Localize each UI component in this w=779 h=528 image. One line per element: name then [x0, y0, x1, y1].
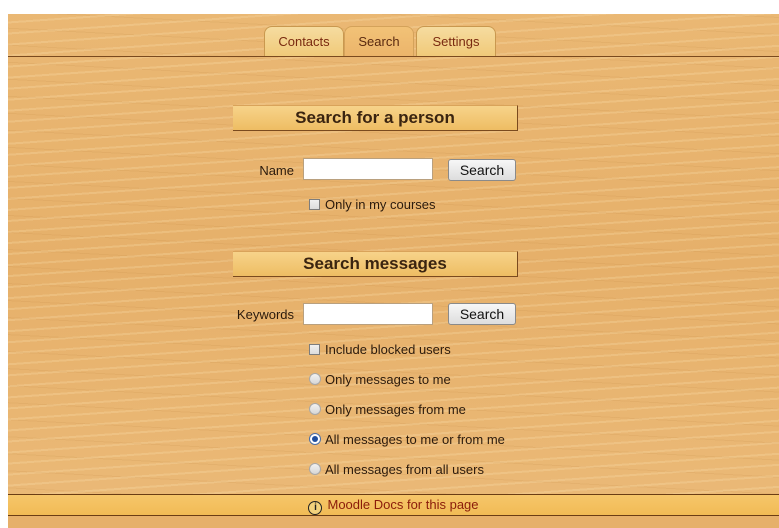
search-person-button[interactable]: Search: [448, 159, 516, 181]
all-users-label: All messages from all users: [325, 462, 484, 477]
info-icon: i: [308, 501, 323, 515]
include-blocked-label: Include blocked users: [325, 342, 451, 357]
tab-contacts[interactable]: Contacts: [264, 26, 344, 57]
tab-search[interactable]: Search: [344, 26, 414, 57]
to-or-from-me-label: All messages to me or from me: [325, 432, 505, 447]
window-top-border: [0, 0, 779, 14]
only-from-me-radio[interactable]: [309, 403, 321, 415]
option-all-users[interactable]: All messages from all users: [309, 462, 484, 478]
only-my-courses-checkbox[interactable]: [309, 199, 320, 210]
include-blocked-checkbox[interactable]: [309, 344, 320, 355]
only-to-me-label: Only messages to me: [325, 372, 451, 387]
option-only-from-me[interactable]: Only messages from me: [309, 402, 466, 418]
name-input[interactable]: [303, 158, 433, 180]
moodle-docs-link[interactable]: Moodle Docs for this page: [327, 497, 478, 512]
only-to-me-radio[interactable]: [309, 373, 321, 385]
page-footer: i Moodle Docs for this page: [8, 494, 779, 516]
only-my-courses-label: Only in my courses: [325, 197, 436, 212]
search-person-heading: Search for a person: [233, 105, 518, 131]
option-to-or-from-me[interactable]: All messages to me or from me: [309, 432, 505, 448]
all-users-radio[interactable]: [309, 463, 321, 475]
only-from-me-label: Only messages from me: [325, 402, 466, 417]
tab-settings[interactable]: Settings: [416, 26, 496, 57]
name-label: Name: [259, 163, 294, 178]
include-blocked-option[interactable]: Include blocked users: [309, 342, 451, 358]
bottom-background: [8, 516, 779, 528]
only-my-courses-option[interactable]: Only in my courses: [309, 197, 436, 213]
search-messages-button[interactable]: Search: [448, 303, 516, 325]
to-or-from-me-radio[interactable]: [309, 433, 321, 445]
option-only-to-me[interactable]: Only messages to me: [309, 372, 451, 388]
window-left-border: [0, 0, 8, 528]
keywords-label: Keywords: [236, 307, 294, 322]
search-messages-heading: Search messages: [233, 251, 518, 277]
tab-divider: [8, 56, 779, 57]
messaging-tabs: Contacts Search Settings: [0, 26, 779, 57]
keywords-input[interactable]: [303, 303, 433, 325]
